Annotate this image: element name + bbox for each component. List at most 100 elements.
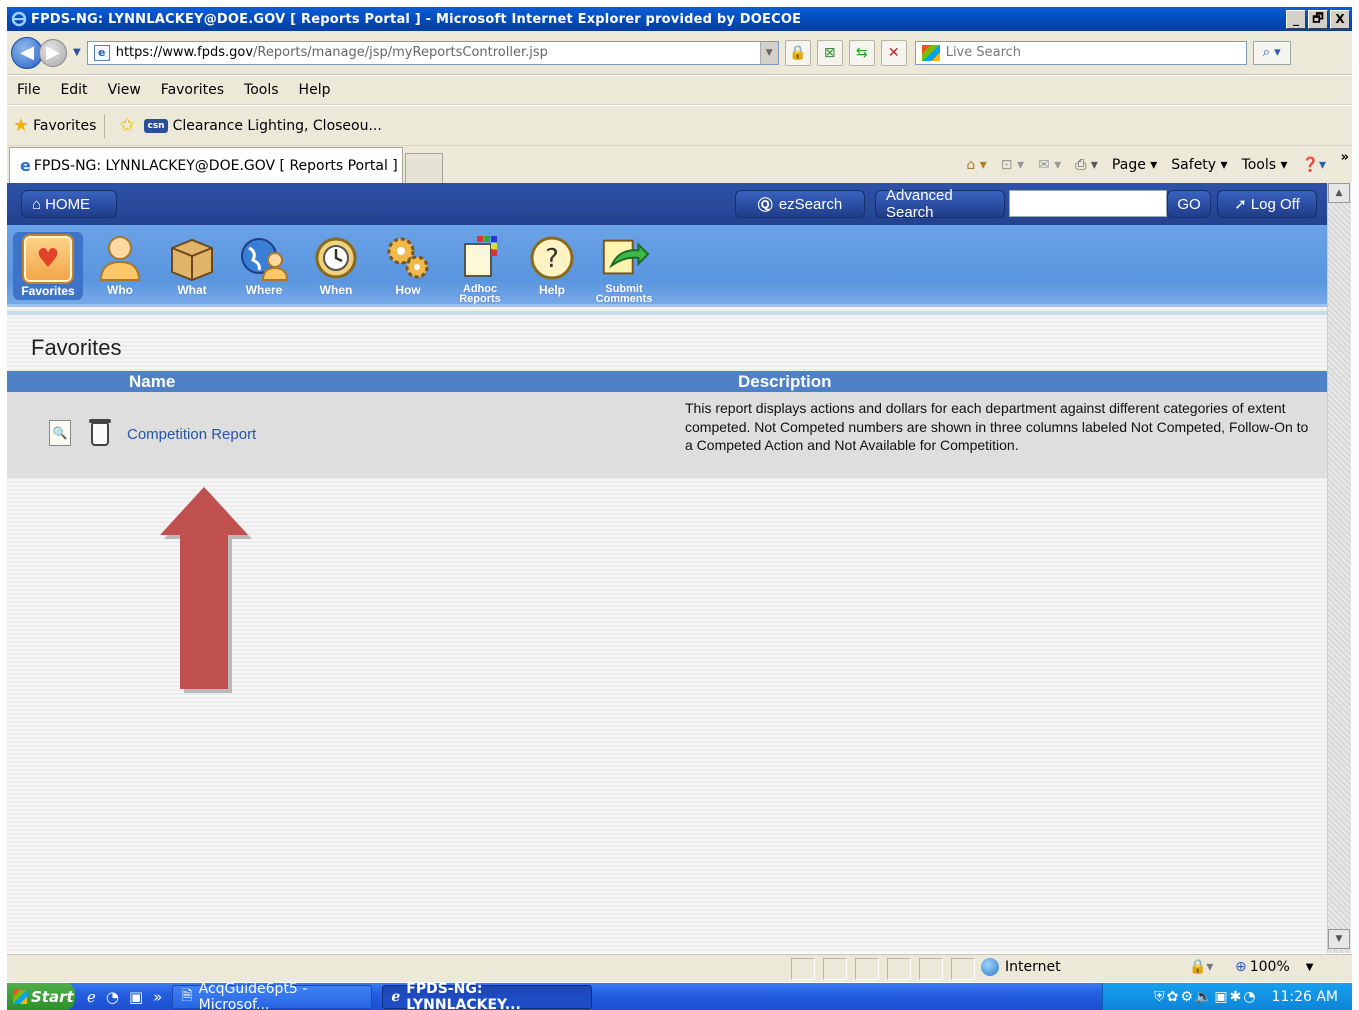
home-button[interactable]: ⌂ HOME xyxy=(21,190,117,218)
address-dropdown-icon[interactable]: ▼ xyxy=(759,41,778,64)
tool-favorites[interactable]: ♥ Favorites xyxy=(13,232,83,300)
favorites-button[interactable]: Favorites xyxy=(33,118,96,134)
live-search-input[interactable]: Live Search xyxy=(914,40,1247,65)
new-tab-button[interactable] xyxy=(405,153,443,183)
url-text: https://www.fpds.gov/Reports/manage/jsp/… xyxy=(115,45,548,60)
ezsearch-button[interactable]: Ⓠ ezSearch xyxy=(735,190,865,218)
page-menu[interactable]: Page ▾ xyxy=(1112,157,1157,173)
scroll-down-icon[interactable]: ▼ xyxy=(1328,929,1350,949)
tool-help[interactable]: ? Help xyxy=(517,233,587,296)
status-panel xyxy=(855,958,879,980)
search-input[interactable] xyxy=(1009,190,1167,217)
favorites-folder-icon: ♥ xyxy=(22,234,74,284)
globe-icon xyxy=(981,958,999,976)
word-icon: 🗎 xyxy=(181,987,193,1004)
window-title: FPDS-NG: LYNNLACKEY@DOE.GOV [ Reports Po… xyxy=(31,11,802,27)
start-button[interactable]: Start xyxy=(7,983,75,1010)
menu-tools[interactable]: Tools xyxy=(244,82,279,98)
menu-favorites[interactable]: Favorites xyxy=(161,82,224,98)
taskbar-item-ie[interactable]: ℯ FPDS-NG: LYNNLACKEY... xyxy=(382,981,593,1010)
tool-what[interactable]: What xyxy=(157,233,227,296)
adhoc-reports-icon xyxy=(454,233,506,283)
box-icon xyxy=(166,233,218,283)
view-report-icon[interactable]: 🔍 xyxy=(49,420,71,446)
menu-view[interactable]: View xyxy=(108,82,141,98)
mail-icon[interactable]: ✉ ▾ xyxy=(1038,157,1061,173)
tool-icon-bar: ♥ Favorites Who What Where When How Adho… xyxy=(7,225,1327,307)
scroll-up-icon[interactable]: ▲ xyxy=(1328,183,1350,203)
stop-icon[interactable]: ✕ xyxy=(880,39,907,66)
taskbar-item-word[interactable]: 🗎 AcqGuide6pt5 - Microsof... xyxy=(172,981,373,1010)
lock-icon[interactable]: 🔒 xyxy=(784,39,811,66)
status-panel xyxy=(823,958,847,980)
tool-who[interactable]: Who xyxy=(85,233,155,296)
minimize-button[interactable]: _ xyxy=(1286,9,1306,29)
page-icon: e xyxy=(93,44,110,61)
windows-taskbar: Start ℯ ◔ ▣ » 🗎 AcqGuide6pt5 - Microsof.… xyxy=(7,981,1352,1010)
favorites-star-icon[interactable]: ★ xyxy=(13,115,29,136)
feeds-icon[interactable]: ⊡ ▾ xyxy=(1001,157,1024,173)
tool-when[interactable]: When xyxy=(301,233,371,296)
menu-edit[interactable]: Edit xyxy=(60,82,87,98)
protected-mode-icon[interactable]: 🔒▾ xyxy=(1189,959,1213,975)
outlook-quicklaunch-icon[interactable]: ◔ xyxy=(106,988,119,1006)
tool-how[interactable]: How xyxy=(373,233,443,296)
desktop-quicklaunch-icon[interactable]: ▣ xyxy=(129,988,143,1006)
address-field[interactable]: e https://www.fpds.gov/Reports/manage/js… xyxy=(86,40,779,65)
menu-bar: File Edit View Favorites Tools Help xyxy=(7,76,1352,105)
refresh-icon[interactable]: ⇆ xyxy=(848,39,875,66)
favorite-link[interactable]: Clearance Lighting, Closeou... xyxy=(173,118,382,134)
system-tray: ⛨✿⚙🔈▣✱◔ 11:26 AM xyxy=(1102,983,1352,1010)
ie-quicklaunch-icon[interactable]: ℯ xyxy=(87,988,96,1006)
clock-icon xyxy=(310,233,362,283)
tab-row: e FPDS-NG: LYNNLACKEY@DOE.GOV [ Reports … xyxy=(7,146,1352,183)
zoom-control[interactable]: ⊕ 100% ▼ xyxy=(1235,959,1313,975)
clock: 11:26 AM xyxy=(1271,988,1338,1005)
menu-help[interactable]: Help xyxy=(299,82,331,98)
column-header-name: Name xyxy=(129,372,176,391)
tool-adhoc-reports[interactable]: Adhoc Reports xyxy=(445,233,515,305)
go-button[interactable]: GO xyxy=(1167,190,1211,218)
command-overflow-icon[interactable]: » xyxy=(1341,150,1349,165)
compatibility-icon[interactable]: ⊠ xyxy=(816,39,843,66)
tray-icons[interactable]: ⛨✿⚙🔈▣✱◔ xyxy=(1154,989,1257,1005)
quicklaunch-overflow-icon[interactable]: » xyxy=(153,988,162,1006)
trash-icon[interactable] xyxy=(89,419,111,446)
report-description: This report displays actions and dollars… xyxy=(685,400,1309,453)
ie-tab-icon: e xyxy=(20,156,31,175)
gears-icon xyxy=(382,233,434,283)
report-link[interactable]: Competition Report xyxy=(127,426,256,443)
home-icon[interactable]: ⌂ ▾ xyxy=(966,157,986,173)
tab-reports-portal[interactable]: e FPDS-NG: LYNNLACKEY@DOE.GOV [ Reports … xyxy=(9,147,403,183)
tools-menu[interactable]: Tools ▾ xyxy=(1242,157,1288,173)
ie-logo-icon xyxy=(11,11,27,27)
vertical-scrollbar[interactable]: ▲ ▼ xyxy=(1327,183,1351,953)
window-title-bar: FPDS-NG: LYNNLACKEY@DOE.GOV [ Reports Po… xyxy=(7,7,1352,31)
page-viewport: ⌂ HOME Ⓠ ezSearch Advanced Search GO ➚ L… xyxy=(7,183,1327,953)
home-icon: ⌂ xyxy=(32,195,42,213)
page-title: Favorites xyxy=(31,335,122,360)
status-panel xyxy=(951,958,975,980)
history-dropdown-icon[interactable]: ▼ xyxy=(73,47,81,58)
search-icon[interactable]: ⌕ ▾ xyxy=(1252,40,1291,65)
windows-logo-icon xyxy=(13,989,27,1004)
divider xyxy=(104,113,106,138)
forward-button[interactable]: ▶ xyxy=(39,38,67,67)
advanced-search-button[interactable]: Advanced Search xyxy=(875,187,1005,221)
help-icon[interactable]: ❓▾ xyxy=(1302,157,1326,173)
tool-where[interactable]: Where xyxy=(229,233,299,296)
magnifier-icon: Ⓠ xyxy=(757,196,773,214)
add-favorite-icon[interactable]: ✩ xyxy=(119,115,134,136)
arrow-icon: ➚ xyxy=(1234,196,1247,213)
tool-submit-comments[interactable]: Submit Comments xyxy=(589,233,659,305)
print-icon[interactable]: ⎙ ▾ xyxy=(1075,157,1098,173)
security-zone[interactable]: Internet xyxy=(981,958,1061,976)
menu-file[interactable]: File xyxy=(17,82,40,98)
safety-menu[interactable]: Safety ▾ xyxy=(1171,157,1227,173)
close-button[interactable]: X xyxy=(1330,9,1350,29)
zoom-dropdown-icon: ▼ xyxy=(1305,961,1314,973)
log-off-button[interactable]: ➚ Log Off xyxy=(1217,190,1317,218)
ie-icon: ℯ xyxy=(391,988,401,1005)
column-header-description: Description xyxy=(738,372,832,391)
maximize-button[interactable]: 🗗 xyxy=(1308,9,1328,29)
